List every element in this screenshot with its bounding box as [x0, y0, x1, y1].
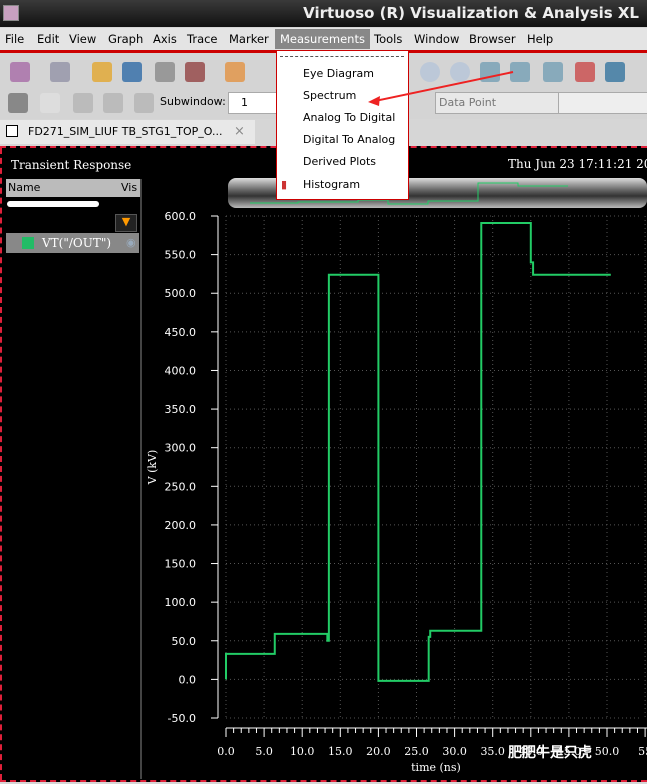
grid-layout-icon[interactable]: [134, 93, 154, 113]
menu-trace[interactable]: Trace: [187, 32, 218, 46]
menu-item-spectrum[interactable]: Spectrum: [303, 89, 356, 102]
menu-marker[interactable]: Marker: [229, 32, 269, 46]
menu-item-derived-plots[interactable]: Derived Plots: [303, 155, 376, 168]
stack-columns-icon[interactable]: [103, 93, 123, 113]
menu-file[interactable]: File: [5, 32, 24, 46]
y-tick-label: 200.0: [165, 519, 197, 532]
menu-tools[interactable]: Tools: [374, 32, 402, 46]
y-tick-label: 250.0: [165, 480, 197, 493]
zoom-in-icon[interactable]: [510, 62, 530, 82]
save-icon[interactable]: [122, 62, 142, 82]
x-tick-label: 25.0: [404, 745, 429, 758]
title-bar: Virtuoso (R) Visualization & Analysis XL: [0, 0, 647, 27]
tab-label: FD271_SIM_LIUF TB_STG1_TOP_O...: [28, 125, 223, 138]
menu-help[interactable]: Help: [527, 32, 553, 46]
waveform-chart[interactable]: 600.0550.0500.0450.0400.0350.0300.0250.0…: [0, 148, 647, 780]
y-tick-label: -50.0: [168, 712, 196, 725]
tab-document[interactable]: FD271_SIM_LIUF TB_STG1_TOP_O... ×: [0, 120, 255, 144]
stack-rows-icon[interactable]: [73, 93, 93, 113]
histogram-icon: ▮: [281, 178, 288, 191]
y-tick-label: 600.0: [165, 210, 197, 223]
magic-wand-icon[interactable]: [8, 93, 28, 113]
app-icon: [3, 5, 19, 21]
y-tick-label: 150.0: [165, 558, 197, 571]
zoom-out-icon[interactable]: [543, 62, 563, 82]
plot-icon: [6, 125, 18, 137]
snapshot-icon[interactable]: [185, 62, 205, 82]
y-tick-label: 0.0: [179, 673, 197, 686]
plot-area: Transient Response Thu Jun 23 17:11:21 2…: [0, 146, 647, 782]
back-icon[interactable]: [420, 62, 440, 82]
x-tick-label: 0.0: [217, 745, 235, 758]
menu-item-analog-to-digital[interactable]: Analog To Digital: [303, 111, 395, 124]
x-tick-label: 20.0: [366, 745, 391, 758]
watermark: 肥肥牛是只虎: [508, 745, 592, 761]
measurements-menu: Eye Diagram Spectrum Analog To Digital D…: [276, 50, 409, 200]
x-tick-label: 15.0: [328, 745, 353, 758]
y-tick-label: 500.0: [165, 287, 197, 300]
y-tick-label: 350.0: [165, 403, 197, 416]
y-tick-label: 450.0: [165, 326, 197, 339]
tab-close-button[interactable]: ×: [234, 124, 245, 139]
y-tick-label: 100.0: [165, 596, 197, 609]
menu-axis[interactable]: Axis: [153, 32, 177, 46]
x-tick-label: 50.0: [595, 745, 620, 758]
marker-value-field[interactable]: [558, 92, 647, 114]
x-tick-label: 10.0: [290, 745, 315, 758]
y-tick-label: 300.0: [165, 442, 197, 455]
menu-edit[interactable]: Edit: [37, 32, 59, 46]
zoom-box-icon[interactable]: [605, 62, 625, 82]
window-title: Virtuoso (R) Visualization & Analysis XL: [303, 4, 639, 22]
menu-measurements[interactable]: Measurements: [275, 29, 370, 49]
menu-graph[interactable]: Graph: [108, 32, 143, 46]
x-tick-label: 30.0: [442, 745, 467, 758]
y-tick-label: 50.0: [172, 635, 197, 648]
menu-item-eye-diagram[interactable]: Eye Diagram: [303, 67, 374, 80]
undo-icon[interactable]: [225, 62, 245, 82]
subwindow-label: Subwindow:: [160, 95, 226, 108]
trace-line: [225, 221, 611, 682]
y-tick-label: 550.0: [165, 249, 197, 262]
menu-browser[interactable]: Browser: [469, 32, 516, 46]
cards-icon[interactable]: [40, 93, 60, 113]
new-window-icon[interactable]: [10, 62, 30, 82]
zoom-x-icon[interactable]: [575, 62, 595, 82]
menu-item-histogram[interactable]: Histogram: [303, 178, 360, 191]
menu-window[interactable]: Window: [414, 32, 459, 46]
open-folder-icon[interactable]: [92, 62, 112, 82]
y-axis-label: V (kV): [146, 450, 159, 486]
menu-view[interactable]: View: [69, 32, 96, 46]
zoom-fit-icon[interactable]: [480, 62, 500, 82]
menu-item-digital-to-analog[interactable]: Digital To Analog: [303, 133, 395, 146]
print-icon[interactable]: [155, 62, 175, 82]
forward-icon[interactable]: [450, 62, 470, 82]
x-tick-label: 55: [638, 745, 647, 758]
new-subwindow-icon[interactable]: [50, 62, 70, 82]
x-axis-label: time (ns): [411, 761, 461, 774]
marker-type-select[interactable]: Data Point: [435, 92, 560, 114]
x-tick-label: 35.0: [480, 745, 505, 758]
y-tick-label: 400.0: [165, 364, 197, 377]
x-tick-label: 5.0: [255, 745, 273, 758]
